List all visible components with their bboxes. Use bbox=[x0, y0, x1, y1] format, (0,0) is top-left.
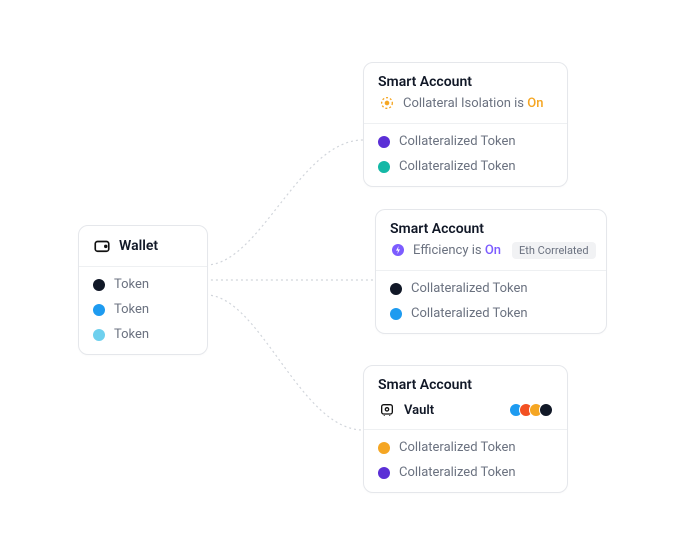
list-item: Collateralized Token bbox=[390, 281, 592, 296]
account-title-row: Smart Account bbox=[364, 366, 567, 399]
wallet-card: Wallet Token Token Token bbox=[78, 225, 208, 355]
account-title: Smart Account bbox=[378, 377, 472, 393]
token-dot bbox=[378, 442, 390, 454]
token-label: Collateralized Token bbox=[399, 159, 516, 174]
vault-row: Vault bbox=[364, 399, 567, 429]
smart-account-card: Smart Account Vault Collateralized Token… bbox=[363, 365, 568, 493]
target-icon bbox=[378, 94, 396, 112]
token-dot bbox=[378, 467, 390, 479]
token-label: Token bbox=[114, 277, 149, 292]
account-title: Smart Account bbox=[378, 74, 472, 90]
token-dot bbox=[378, 161, 390, 173]
smart-account-card: Smart Account Efficiency is On Eth Corre… bbox=[375, 209, 607, 334]
list-item: Collateralized Token bbox=[378, 440, 553, 455]
wallet-token-list: Token Token Token bbox=[79, 267, 207, 354]
token-label: Collateralized Token bbox=[411, 306, 528, 321]
token-dot bbox=[93, 279, 105, 291]
list-item: Collateralized Token bbox=[378, 134, 553, 149]
vault-color-cluster bbox=[509, 403, 553, 417]
bolt-icon bbox=[390, 241, 406, 259]
list-item: Token bbox=[93, 277, 193, 292]
vault-icon bbox=[378, 401, 396, 419]
account-title-row: Smart Account bbox=[376, 210, 606, 241]
token-dot bbox=[378, 136, 390, 148]
list-item: Token bbox=[93, 327, 193, 342]
vault-label: Vault bbox=[404, 403, 434, 418]
account-title-row: Smart Account bbox=[364, 63, 567, 94]
cluster-dot bbox=[539, 403, 553, 417]
token-label: Collateralized Token bbox=[399, 440, 516, 455]
smart-account-card: Smart Account Collateral Isolation is On… bbox=[363, 62, 568, 187]
token-dot bbox=[390, 308, 402, 320]
account-status: Collateral Isolation is On bbox=[364, 94, 567, 123]
list-item: Collateralized Token bbox=[378, 465, 553, 480]
account-token-list: Collateralized Token Collateralized Toke… bbox=[364, 124, 567, 186]
status-text: Collateral Isolation is On bbox=[403, 96, 543, 111]
account-token-list: Collateralized Token Collateralized Toke… bbox=[376, 271, 606, 333]
token-label: Collateralized Token bbox=[399, 134, 516, 149]
wallet-header: Wallet bbox=[79, 226, 207, 266]
status-value: On bbox=[527, 96, 543, 111]
status-text: Efficiency is On bbox=[413, 243, 501, 258]
account-title: Smart Account bbox=[390, 221, 484, 237]
token-dot bbox=[390, 283, 402, 295]
token-label: Token bbox=[114, 327, 149, 342]
account-token-list: Collateralized Token Collateralized Toke… bbox=[364, 430, 567, 492]
wallet-title: Wallet bbox=[119, 238, 158, 254]
token-label: Collateralized Token bbox=[399, 465, 516, 480]
wallet-icon bbox=[93, 237, 111, 255]
account-status: Efficiency is On Eth Correlated bbox=[376, 241, 606, 270]
status-tag: Eth Correlated bbox=[512, 242, 596, 259]
list-item: Collateralized Token bbox=[378, 159, 553, 174]
status-value: On bbox=[485, 243, 501, 258]
list-item: Collateralized Token bbox=[390, 306, 592, 321]
token-label: Collateralized Token bbox=[411, 281, 528, 296]
token-dot bbox=[93, 304, 105, 316]
list-item: Token bbox=[93, 302, 193, 317]
token-dot bbox=[93, 329, 105, 341]
token-label: Token bbox=[114, 302, 149, 317]
